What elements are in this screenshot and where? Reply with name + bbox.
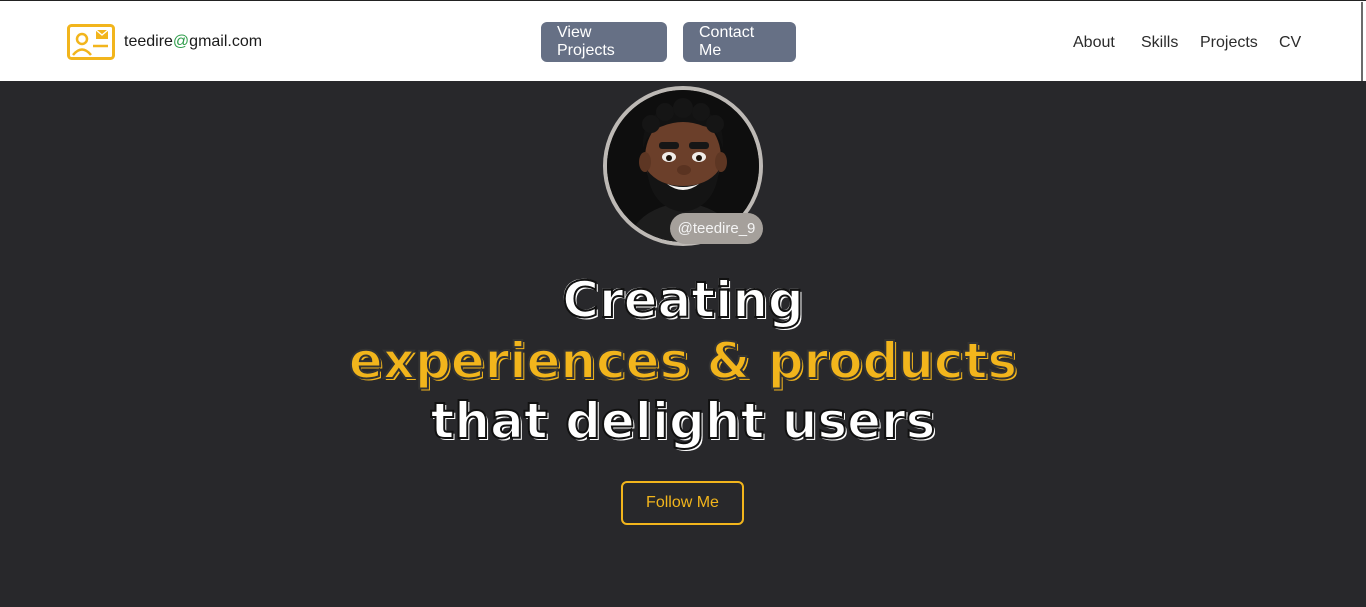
hero-line-experiences-products: experiences & products	[348, 331, 1018, 391]
email-user: teedire	[124, 33, 173, 50]
email-at-sign: @	[172, 33, 190, 50]
contact-card-mail-icon	[67, 24, 115, 60]
email-address: teedire@gmail.com	[124, 33, 262, 51]
nav-item-about[interactable]: About	[1073, 34, 1115, 52]
nav-item-projects[interactable]: Projects	[1200, 34, 1258, 52]
email-contact[interactable]: teedire@gmail.com	[67, 24, 262, 60]
profile-handle-badge: @teedire_9	[670, 213, 763, 244]
scrollbar[interactable]	[1361, 2, 1363, 81]
contact-me-button[interactable]: Contact Me	[683, 22, 796, 62]
follow-me-button[interactable]: Follow Me	[621, 481, 744, 525]
top-navigation-bar: teedire@gmail.com View Projects Contact …	[0, 0, 1366, 81]
hero-line-delight-users: that delight users	[430, 391, 937, 451]
hero-line-creating: Creating	[561, 270, 804, 330]
view-projects-button[interactable]: View Projects	[541, 22, 667, 62]
nav-item-skills[interactable]: Skills	[1141, 34, 1178, 52]
nav-item-cv[interactable]: CV	[1279, 34, 1301, 52]
email-domain: gmail.com	[189, 33, 263, 50]
